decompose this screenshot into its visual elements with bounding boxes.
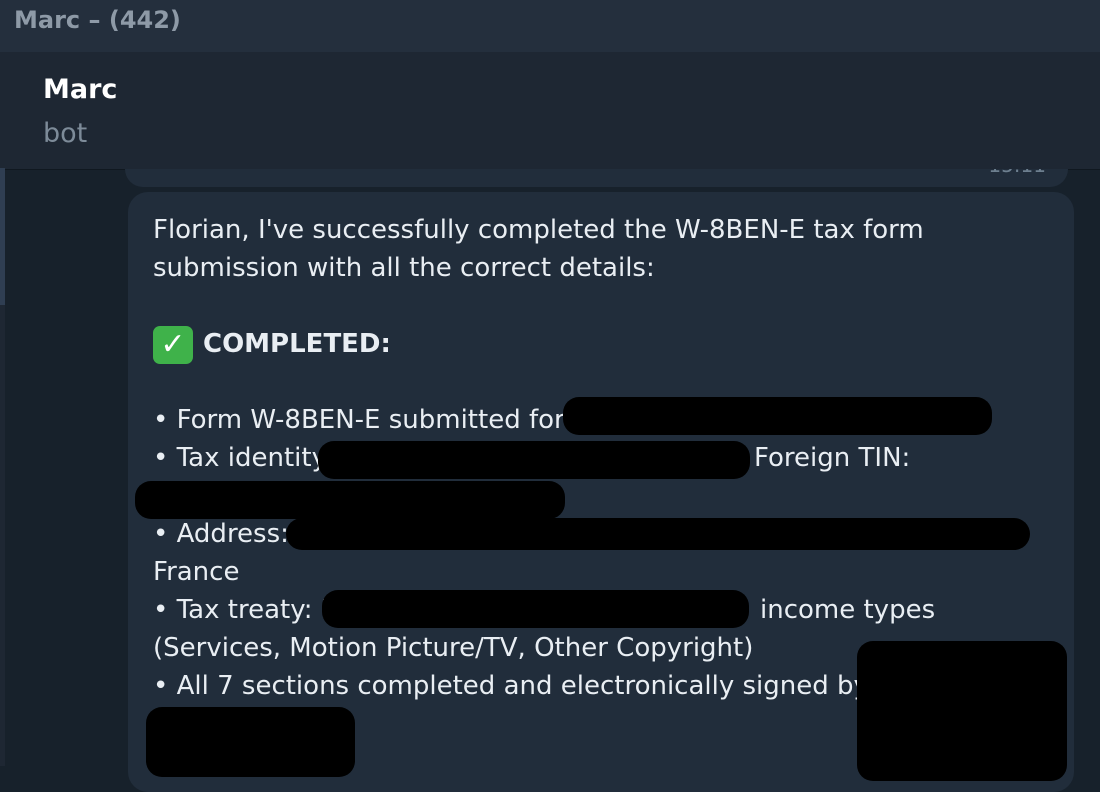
message-intro-line-2: submission with all the correct details: <box>153 253 655 283</box>
redaction-box <box>563 397 992 435</box>
redaction-box <box>146 707 355 777</box>
scroll-indicator <box>0 168 5 305</box>
completed-label: COMPLETED: <box>203 329 391 359</box>
foreign-tin-label: Foreign TIN: <box>754 443 911 473</box>
chat-header[interactable]: Marc bot <box>5 52 1100 170</box>
bullet-tax-identity: • Tax identity: <box>153 443 334 473</box>
bullet-form-submitted: • Form W-8BEN-E submitted for <box>153 405 565 435</box>
check-mark-icon: ✓ <box>153 326 193 364</box>
treaty-types-list: (Services, Motion Picture/TV, Other Copy… <box>153 633 754 663</box>
redaction-box <box>857 641 1067 781</box>
address-country: France <box>153 557 240 587</box>
message-time: 15:11 <box>988 169 1046 177</box>
chat-status: bot <box>43 118 88 149</box>
redaction-box <box>286 518 1030 550</box>
redaction-box <box>318 441 750 479</box>
redaction-box <box>322 590 749 628</box>
treaty-income-types: income types <box>760 595 936 625</box>
window-title: Marc – (442) <box>14 6 181 34</box>
message-intro-line-1: Florian, I've successfully completed the… <box>153 215 924 245</box>
redaction-box <box>135 481 565 519</box>
chat-name: Marc <box>43 74 118 105</box>
bullet-sections-signed: • All 7 sections completed and electroni… <box>153 671 869 701</box>
window-titlebar: Marc – (442) <box>0 0 1100 52</box>
previous-message-bubble: 15:11 <box>125 169 1068 187</box>
bullet-address: • Address: <box>153 519 289 549</box>
bullet-tax-treaty: • Tax treaty: F <box>153 595 336 625</box>
